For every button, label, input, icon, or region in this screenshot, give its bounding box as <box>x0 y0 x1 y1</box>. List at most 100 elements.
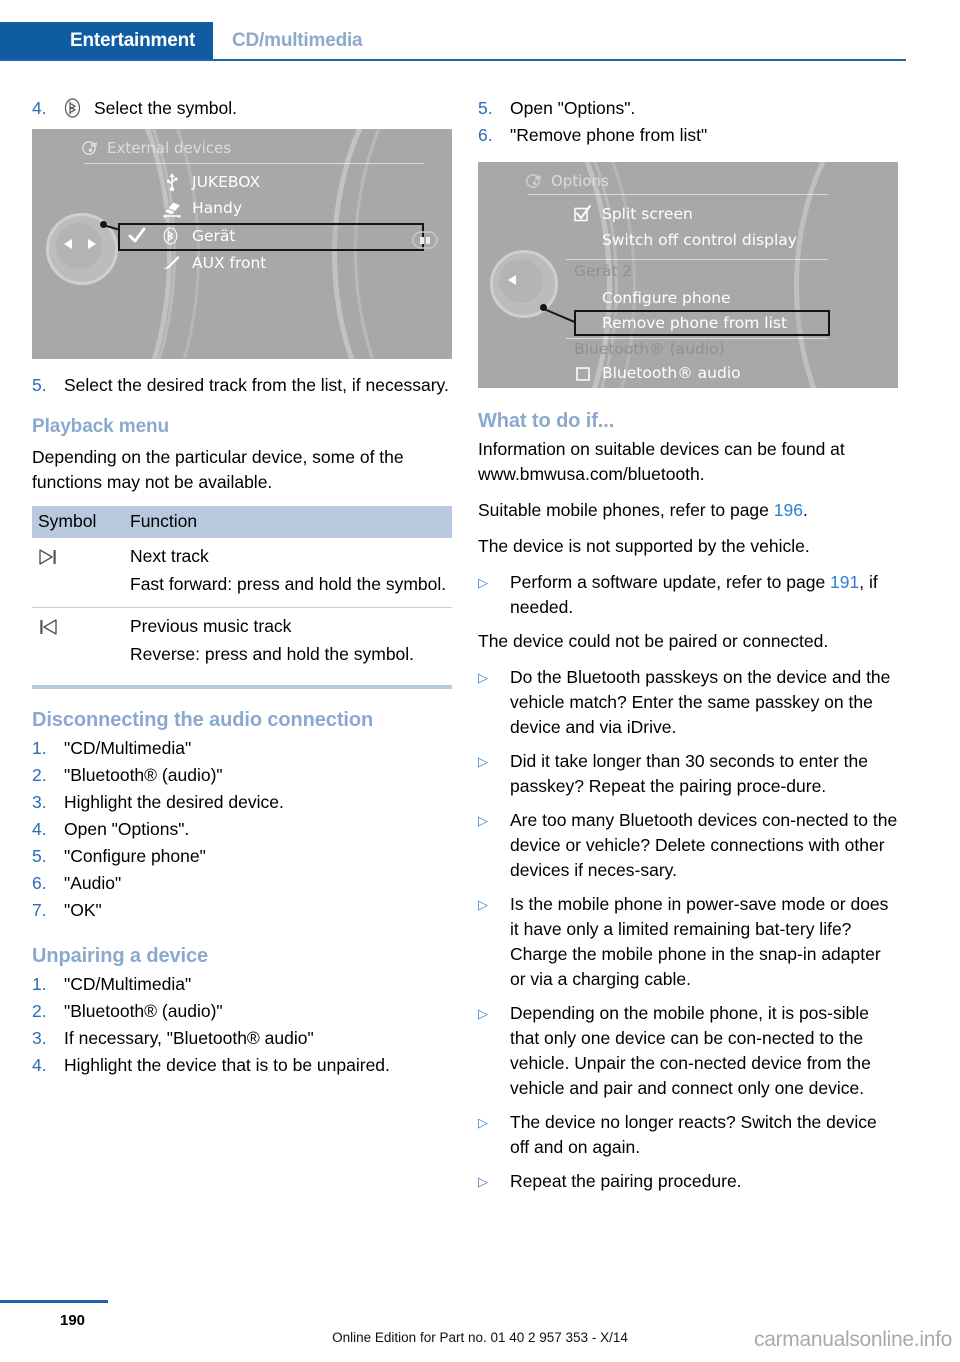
step-item: 7. "OK" <box>32 898 452 923</box>
left-column: 4. Select the symbol. External devices J… <box>32 96 452 1080</box>
step-item: 4. Open "Options". <box>32 817 452 842</box>
menu-group-geraet-2: Gerät 2 <box>574 262 633 280</box>
bullet-item: ▷ The device no longer reacts? Switch th… <box>478 1110 898 1160</box>
menu-item-jukebox[interactable]: JUKEBOX <box>192 173 260 191</box>
bullet-item: ▷ Depending on the mobile phone, it is p… <box>478 1001 898 1101</box>
suitable-phones-ref: Suitable mobile phones, refer to page 19… <box>478 498 898 523</box>
triangle-bullet-icon: ▷ <box>478 1006 488 1021</box>
step-item: 6. "Remove phone from list" <box>478 123 898 148</box>
screen-title-row: External devices <box>82 139 231 157</box>
step-number: 7. <box>32 900 47 920</box>
screen-group-divider <box>566 338 828 339</box>
checkbox-empty-icon[interactable] <box>576 367 590 381</box>
bullet-text: Are too many Bluetooth devices con-necte… <box>510 810 898 880</box>
bluetooth-icon <box>163 227 178 245</box>
step-number: 3. <box>32 792 47 812</box>
heading-unpairing: Unpairing a device <box>32 945 209 967</box>
menu-group-bluetooth-audio: Bluetooth® (audio) <box>574 340 725 358</box>
menu-item-bluetooth-audio[interactable]: Bluetooth® audio <box>602 364 741 382</box>
arrow-right-icon <box>86 237 98 251</box>
bullet-text: Is the mobile phone in power-save mode o… <box>510 894 889 989</box>
bullet-item: ▷ Is the mobile phone in power-save mode… <box>478 892 898 992</box>
menu-item-geraet[interactable]: Gerät <box>192 227 236 245</box>
playback-intro: Depending on the particular device, some… <box>32 447 404 492</box>
triangle-bullet-icon: ▷ <box>478 754 488 769</box>
menu-item-switch-off-control-display[interactable]: Switch off control display <box>602 231 797 249</box>
triangle-bullet-icon: ▷ <box>478 1174 488 1189</box>
bullet-item: ▷ Do the Bluetooth passkeys on the devic… <box>478 665 898 740</box>
bullet-text: Did it take longer than 30 seconds to en… <box>510 751 869 796</box>
menu-item-split-screen[interactable]: Split screen <box>602 205 693 223</box>
step-number: 6. <box>478 125 493 145</box>
bullet-item: ▷ Did it take longer than 30 seconds to … <box>478 749 898 799</box>
bullet-text-prefix: Perform a software update, refer to page <box>510 572 831 592</box>
page-reference-link[interactable]: 191 <box>830 572 859 592</box>
step-item: 6. "Audio" <box>32 871 452 896</box>
snap-in-adapter-icon <box>160 199 184 219</box>
triangle-bullet-icon: ▷ <box>478 575 488 590</box>
step-number: 5. <box>478 98 493 118</box>
heading-playback-menu: Playback menu <box>32 416 170 437</box>
page-number: 190 <box>60 1312 86 1329</box>
triangle-bullet-icon: ▷ <box>478 1115 488 1130</box>
step-number: 2. <box>32 1001 47 1021</box>
bullet-text: The device no longer reacts? Switch the … <box>510 1112 877 1157</box>
step-text: "Bluetooth® (audio)" <box>64 765 223 785</box>
unpairing-steps: 1. "CD/Multimedia" 2. "Bluetooth® (audio… <box>32 972 452 1078</box>
watermark: carmanualsonline.info <box>754 1328 952 1351</box>
menu-item-handy[interactable]: Handy <box>192 199 242 217</box>
step-text: "Bluetooth® (audio)" <box>64 1001 223 1021</box>
bullet-text: Do the Bluetooth passkeys on the device … <box>510 667 891 737</box>
function-line: Fast forward: press and hold the symbol. <box>130 574 447 594</box>
options-screenshot: Options Split screen Switch off control … <box>478 162 898 388</box>
right-column: 5. Open "Options". 6. "Remove phone from… <box>478 96 898 1204</box>
page-header: Entertainment CD/multimedia <box>0 22 960 60</box>
media-note-icon <box>526 173 544 189</box>
playback-function-table: Symbol Function Next track Fast forward:… <box>32 506 452 677</box>
next-track-icon <box>32 538 124 608</box>
bullet-item: ▷ Are too many Bluetooth devices con-nec… <box>478 808 898 883</box>
header-divider <box>0 59 906 61</box>
menu-item-aux-front[interactable]: AUX front <box>192 254 266 272</box>
menu-item-remove-phone-from-list[interactable]: Remove phone from list <box>602 314 787 332</box>
external-devices-screenshot: External devices JUKEBOX Handy Gerät AUX… <box>32 129 452 359</box>
section-divider <box>32 685 452 689</box>
triangle-bullet-icon: ▷ <box>478 897 488 912</box>
arrow-left-icon <box>62 237 74 251</box>
bullet-text: Repeat the pairing procedure. <box>510 1171 742 1191</box>
step-text: "OK" <box>64 900 102 920</box>
screen-group-divider <box>566 259 828 260</box>
column-header-symbol: Symbol <box>32 506 124 538</box>
media-note-icon <box>82 140 100 156</box>
tab-cd-multimedia[interactable]: CD/multimedia <box>232 22 363 60</box>
step-item: 5. Open "Options". <box>478 96 898 121</box>
ref-suffix: . <box>802 500 808 520</box>
previous-track-icon <box>32 608 124 678</box>
bullet-item: ▷ Perform a software update, refer to pa… <box>478 570 898 620</box>
step-text: Highlight the desired device. <box>64 792 284 812</box>
option-button-icon <box>412 231 438 249</box>
step-item: 1. "CD/Multimedia" <box>32 736 452 761</box>
page-reference-link[interactable]: 196 <box>774 500 803 520</box>
table-cell-function: Previous music track Reverse: press and … <box>124 608 452 678</box>
aux-jack-icon <box>160 253 182 273</box>
step-number: 3. <box>32 1028 47 1048</box>
step-item: 5. "Configure phone" <box>32 844 452 869</box>
usb-icon <box>165 172 179 192</box>
checkbox-checked-icon[interactable] <box>574 205 591 222</box>
tab-entertainment[interactable]: Entertainment <box>0 22 214 60</box>
step-number: 4. <box>32 1055 47 1075</box>
menu-item-configure-phone[interactable]: Configure phone <box>602 289 731 307</box>
step-text: Open "Options". <box>64 819 190 839</box>
step-item: 3. If necessary, "Bluetooth® audio" <box>32 1026 452 1051</box>
step-number: 4. <box>32 98 47 118</box>
bullet-item: ▷ Repeat the pairing procedure. <box>478 1169 898 1195</box>
step-number: 6. <box>32 873 47 893</box>
screen-title-divider <box>84 163 424 164</box>
step-text: "Audio" <box>64 873 122 893</box>
footer-divider <box>0 1300 108 1303</box>
screen-title: Options <box>551 172 609 190</box>
table-cell-function: Next track Fast forward: press and hold … <box>124 538 452 608</box>
step-number: 2. <box>32 765 47 785</box>
arrow-left-icon <box>506 273 518 287</box>
